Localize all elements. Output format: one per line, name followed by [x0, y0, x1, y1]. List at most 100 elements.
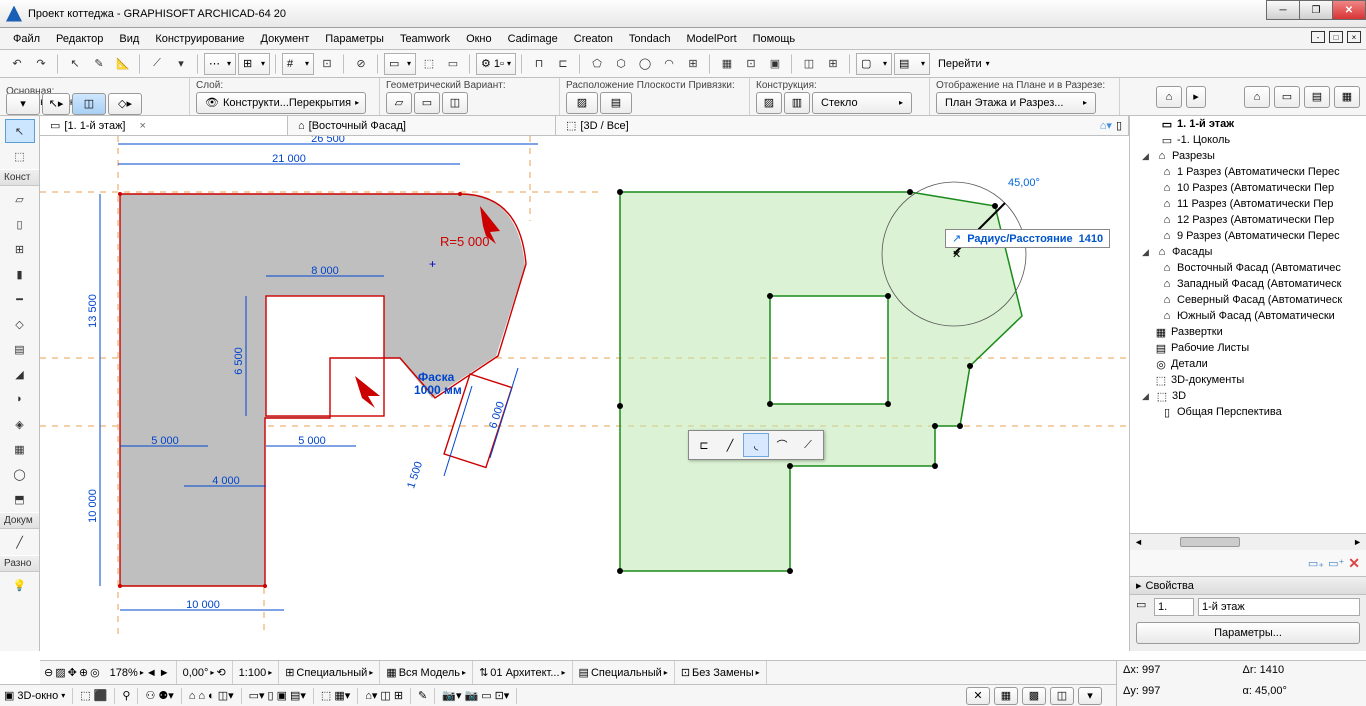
d8[interactable]: ⬠	[586, 54, 608, 74]
constr-1[interactable]: ▨	[756, 92, 782, 114]
zoom-fit-icon[interactable]: ▨	[55, 666, 65, 679]
scale-value[interactable]: 1:100	[239, 667, 267, 679]
bb-14[interactable]: ⬚	[321, 689, 331, 702]
renov-dropdown[interactable]: ⚙ 1▫	[476, 53, 516, 75]
grid-dropdown[interactable]: #	[282, 53, 314, 75]
zoom-fit2-icon[interactable]: ◎	[90, 666, 100, 679]
marquee-tool[interactable]: ⬚	[5, 144, 35, 168]
plane-1[interactable]: ▨	[566, 92, 598, 114]
redo-button[interactable]: ↷	[30, 54, 52, 74]
stair-tool[interactable]: ▤	[5, 337, 35, 361]
guide-button[interactable]: ⟋	[146, 54, 168, 74]
d15[interactable]: ▣	[764, 54, 786, 74]
nav-dd[interactable]: ▸	[1186, 86, 1206, 108]
bb-9[interactable]: ◫▾	[218, 689, 234, 702]
column-tool[interactable]: ▮	[5, 262, 35, 286]
line-tool[interactable]: ╱	[5, 530, 35, 554]
plane-2[interactable]: ▤	[600, 92, 632, 114]
layer-dropdown[interactable]: 👁 Конструкти...Перекрытия ▸	[196, 92, 366, 114]
navigator-tree[interactable]: ▭1. 1-й этаж ▭-1. Цоколь ◢⌂Разрезы ⌂1 Ра…	[1130, 116, 1366, 533]
geom-1[interactable]: ▱	[386, 92, 412, 114]
status-opt4[interactable]: Специальный	[591, 667, 662, 679]
skylight-tool[interactable]: ◈	[5, 412, 35, 436]
nav-save-icon[interactable]: ▭⁺	[1328, 557, 1344, 570]
d11[interactable]: ◠	[658, 54, 680, 74]
d13[interactable]: ▦	[716, 54, 738, 74]
menu-edit[interactable]: Редактор	[48, 33, 111, 45]
zoom-pan-icon[interactable]: ✥	[68, 666, 77, 679]
dropdown-1[interactable]: ▾	[170, 54, 192, 74]
goto-label[interactable]: Перейти	[938, 58, 982, 70]
tab-close-icon[interactable]: ×	[140, 120, 146, 132]
toolbox-design-header[interactable]: Конст	[0, 169, 39, 186]
menu-help[interactable]: Помощь	[745, 33, 804, 45]
wall-tool[interactable]: ▱	[5, 187, 35, 211]
wand-button[interactable]: ✎	[88, 54, 110, 74]
constr-dropdown[interactable]: Стекло▸	[812, 92, 912, 114]
bb-18[interactable]: ⊞	[394, 689, 403, 702]
view-dropdown[interactable]: ▢	[856, 53, 892, 75]
undo-button[interactable]: ↶	[6, 54, 28, 74]
menu-creaton[interactable]: Creaton	[566, 33, 621, 45]
display-dropdown[interactable]: План Этажа и Разрез...▸	[936, 92, 1096, 114]
status-opt5[interactable]: Без Замены	[692, 667, 754, 679]
view-1[interactable]: ⌂	[1244, 86, 1270, 108]
d9[interactable]: ⬡	[610, 54, 632, 74]
bb-1[interactable]: ⬚	[80, 689, 90, 702]
grav-2[interactable]: ▦	[994, 687, 1018, 705]
view-3[interactable]: ▤	[1304, 86, 1330, 108]
zoom-in-icon[interactable]: ⊕	[79, 666, 88, 679]
bb-23[interactable]: ⊡▾	[495, 689, 510, 702]
geom-2[interactable]: ▭	[414, 92, 440, 114]
bb-5[interactable]: ⚉▾	[158, 689, 173, 702]
mdi-restore-icon[interactable]: □	[1329, 31, 1343, 43]
pet-btn-4[interactable]: ⌒	[769, 433, 795, 457]
bb-2[interactable]: ⬛	[94, 689, 108, 702]
bb-21[interactable]: 📷	[464, 689, 478, 702]
nav-delete-icon[interactable]: ✕	[1348, 555, 1360, 572]
beam-tool[interactable]: ━	[5, 287, 35, 311]
nav-home-button[interactable]: ⌂	[1156, 86, 1182, 108]
mdi-close-icon[interactable]: ×	[1347, 31, 1361, 43]
bb-11[interactable]: ▯	[268, 689, 274, 702]
bb-7[interactable]: ⌂	[198, 690, 205, 702]
d3[interactable]: ⬚	[418, 54, 440, 74]
angle-btn[interactable]: ⟲	[216, 666, 225, 679]
menu-file[interactable]: Файл	[5, 33, 48, 45]
win3d-icon[interactable]: ▣	[4, 689, 14, 702]
tab-3d[interactable]: ⬚ [3D / Все] ⌂▾ ▯	[556, 116, 1129, 135]
arrow-tool[interactable]: ↖	[5, 119, 35, 143]
menu-teamwork[interactable]: Teamwork	[392, 33, 458, 45]
bb-8[interactable]: ◐	[208, 690, 215, 702]
tab-east-facade[interactable]: ⌂ [Восточный Фасад]	[288, 116, 556, 135]
bb-12[interactable]: ▣	[277, 689, 287, 702]
zoom-out-icon[interactable]: ⊖	[44, 666, 53, 679]
roof-tool[interactable]: ◢	[5, 362, 35, 386]
d7[interactable]: ⊏	[552, 54, 574, 74]
nav-hscroll[interactable]: ◄►	[1130, 533, 1366, 550]
mdi-minimize-icon[interactable]: -	[1311, 31, 1325, 43]
d14[interactable]: ⊡	[740, 54, 762, 74]
bb-20[interactable]: 📷▾	[442, 689, 461, 702]
view-4[interactable]: ▦	[1334, 86, 1360, 108]
measure-button[interactable]: 📐	[112, 54, 134, 74]
zoom-value[interactable]: 178%	[110, 667, 138, 679]
constr-2[interactable]: ▥	[784, 92, 810, 114]
d6[interactable]: ⊓	[528, 54, 550, 74]
trace-dropdown[interactable]: ▭	[384, 53, 416, 75]
sel-tool-4[interactable]: ◇▸	[108, 93, 142, 115]
props-header[interactable]: ▸Свойства	[1130, 577, 1366, 595]
d10[interactable]: ◯	[634, 54, 656, 74]
curtain-tool[interactable]: ▦	[5, 437, 35, 461]
d16[interactable]: ◫	[798, 54, 820, 74]
pick-button[interactable]: ↖	[64, 54, 86, 74]
d12[interactable]: ⊞	[682, 54, 704, 74]
sel-tool-1[interactable]: ▾	[6, 93, 40, 115]
menu-view[interactable]: Вид	[111, 33, 147, 45]
grav-3[interactable]: ▩	[1022, 687, 1046, 705]
params-button[interactable]: Параметры...	[1136, 622, 1360, 644]
shell-tool[interactable]: ◗	[5, 387, 35, 411]
bb-6[interactable]: ⌂	[189, 690, 196, 702]
sel-tool-3[interactable]: ◫	[72, 93, 106, 115]
props-floor-num[interactable]	[1154, 598, 1194, 616]
